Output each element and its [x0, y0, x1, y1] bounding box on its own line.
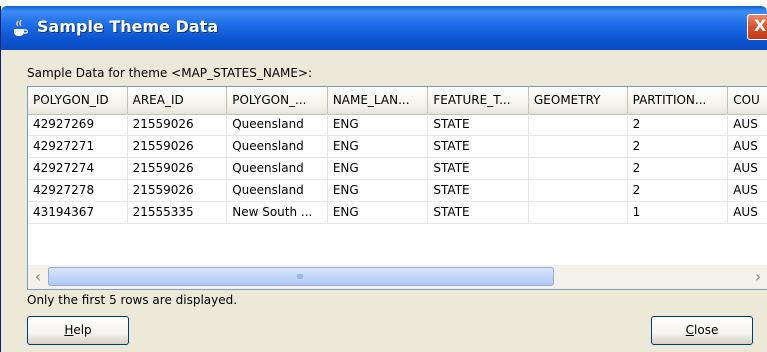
- column-header-polygon-name[interactable]: POLYGON_...: [227, 87, 328, 114]
- column-header-geometry[interactable]: GEOMETRY: [529, 87, 628, 114]
- table-cell: 21555335: [128, 202, 228, 223]
- table-cell: AUS: [728, 180, 767, 201]
- help-button[interactable]: Help: [27, 316, 129, 345]
- table-cell: Queensland: [227, 114, 328, 135]
- horizontal-scrollbar[interactable]: ‹ ›: [28, 265, 767, 289]
- sample-theme-data-dialog: Sample Theme Data X Sample Data for them…: [0, 6, 767, 352]
- window-title: Sample Theme Data: [37, 17, 219, 36]
- table-cell: ENG: [328, 136, 429, 157]
- sample-data-table[interactable]: POLYGON_ID AREA_ID POLYGON_... NAME_LAN.…: [27, 86, 767, 290]
- table-cell: 21559026: [128, 136, 228, 157]
- table-body: 42927269 21559026 Queensland ENG STATE 2…: [28, 114, 767, 224]
- table-cell: 21559026: [128, 180, 228, 201]
- table-cell: STATE: [428, 158, 529, 179]
- table-cell: 2: [628, 136, 729, 157]
- scrollbar-grip-icon: [297, 274, 303, 279]
- table-cell: AUS: [728, 136, 767, 157]
- column-header-partition[interactable]: PARTITION...: [628, 87, 729, 114]
- close-window-button[interactable]: X: [747, 14, 767, 40]
- table-cell: [529, 202, 628, 223]
- table-cell: ENG: [328, 114, 429, 135]
- title-bar[interactable]: Sample Theme Data X: [1, 6, 767, 50]
- table-cell: AUS: [728, 158, 767, 179]
- table-cell: 1: [628, 202, 729, 223]
- table-cell: STATE: [428, 202, 529, 223]
- scrollbar-thumb[interactable]: [48, 267, 554, 286]
- help-label: elp: [73, 323, 92, 337]
- table-cell: 42927271: [28, 136, 128, 157]
- table-cell: Queensland: [227, 136, 328, 157]
- table-header: POLYGON_ID AREA_ID POLYGON_... NAME_LAN.…: [28, 87, 767, 115]
- table-cell: ENG: [328, 158, 429, 179]
- column-header-area-id[interactable]: AREA_ID: [128, 87, 228, 114]
- table-cell: [529, 114, 628, 135]
- table-cell: 43194367: [28, 202, 128, 223]
- table-cell: 21559026: [128, 158, 228, 179]
- table-row[interactable]: 42927278 21559026 Queensland ENG STATE 2…: [28, 180, 767, 202]
- table-cell: 21559026: [128, 114, 228, 135]
- rows-displayed-note: Only the first 5 rows are displayed.: [27, 293, 238, 307]
- table-row[interactable]: 43194367 21555335 New South ... ENG STAT…: [28, 202, 767, 224]
- table-row[interactable]: 42927269 21559026 Queensland ENG STATE 2…: [28, 114, 767, 136]
- table-cell: STATE: [428, 180, 529, 201]
- table-cell: 42927274: [28, 158, 128, 179]
- close-button[interactable]: Close: [651, 316, 753, 345]
- table-row[interactable]: 42927271 21559026 Queensland ENG STATE 2…: [28, 136, 767, 158]
- column-header-polygon-id[interactable]: POLYGON_ID: [28, 87, 128, 114]
- table-cell: 2: [628, 180, 729, 201]
- table-cell: 42927278: [28, 180, 128, 201]
- table-caption: Sample Data for theme <MAP_STATES_NAME>:: [27, 66, 313, 80]
- column-header-name-language[interactable]: NAME_LAN...: [328, 87, 429, 114]
- table-cell: [529, 158, 628, 179]
- table-cell: ENG: [328, 180, 429, 201]
- close-label: lose: [694, 323, 719, 337]
- java-cup-icon: [14, 19, 29, 36]
- column-header-feature-type[interactable]: FEATURE_T...: [428, 87, 529, 114]
- table-cell: AUS: [728, 114, 767, 135]
- scroll-left-arrow-icon[interactable]: ‹: [29, 265, 47, 289]
- table-cell: 2: [628, 114, 729, 135]
- table-cell: New South ...: [227, 202, 328, 223]
- help-mnemonic: H: [64, 323, 74, 337]
- table-cell: ENG: [328, 202, 429, 223]
- table-cell: Queensland: [227, 180, 328, 201]
- close-mnemonic: C: [685, 323, 695, 337]
- table-cell: STATE: [428, 114, 529, 135]
- table-row[interactable]: 42927274 21559026 Queensland ENG STATE 2…: [28, 158, 767, 180]
- table-cell: Queensland: [227, 158, 328, 179]
- close-icon: X: [754, 16, 767, 35]
- column-header-country[interactable]: COU: [728, 87, 767, 114]
- table-cell: AUS: [728, 202, 767, 223]
- table-cell: 42927269: [28, 114, 128, 135]
- table-cell: [529, 180, 628, 201]
- table-cell: [529, 136, 628, 157]
- table-cell: STATE: [428, 136, 529, 157]
- table-cell: 2: [628, 158, 729, 179]
- scroll-right-arrow-icon[interactable]: ›: [749, 265, 767, 289]
